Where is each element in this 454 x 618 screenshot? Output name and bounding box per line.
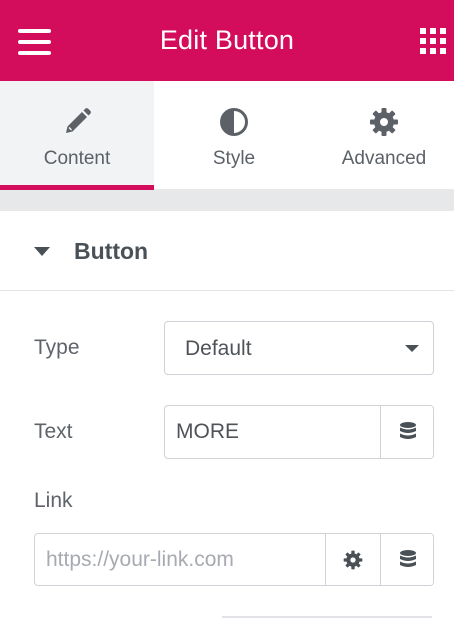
- link-input[interactable]: https://your-link.com: [35, 534, 325, 585]
- type-select-value: Default: [185, 337, 252, 360]
- type-label: Type: [34, 336, 80, 359]
- database-icon: [400, 422, 416, 439]
- text-input-group: MORE: [164, 405, 434, 459]
- tab-style[interactable]: Style: [154, 81, 314, 190]
- panel-title: Edit Button: [159, 25, 295, 55]
- pencil-icon: [62, 107, 92, 142]
- chevron-down-icon: [405, 345, 419, 352]
- section-title: Button: [74, 238, 149, 264]
- half-circle-icon: [219, 107, 249, 142]
- link-options-button[interactable]: [325, 534, 380, 585]
- tab-advanced[interactable]: Advanced: [314, 81, 454, 190]
- tab-advanced-label: Advanced: [341, 148, 427, 169]
- text-label: Text: [34, 420, 73, 443]
- link-label: Link: [34, 489, 73, 512]
- panel-header: Edit Button: [0, 0, 454, 81]
- editor-tabs: Content Style Advanced: [0, 81, 454, 190]
- database-icon: [400, 549, 416, 567]
- tab-style-label: Style: [212, 148, 256, 169]
- gear-icon: [369, 107, 399, 142]
- gear-icon: [343, 550, 363, 569]
- link-dynamic-button[interactable]: [380, 534, 433, 585]
- grid-icon[interactable]: [420, 28, 446, 54]
- text-input[interactable]: MORE: [165, 406, 380, 458]
- section-button-header[interactable]: Button: [0, 211, 454, 291]
- caret-down-icon: [34, 247, 50, 256]
- text-dynamic-button[interactable]: [380, 406, 433, 458]
- tab-content-label: Content: [43, 148, 111, 169]
- link-input-group: https://your-link.com: [34, 533, 434, 586]
- type-select[interactable]: Default: [164, 321, 434, 375]
- tabs-divider: [0, 190, 454, 211]
- tab-content[interactable]: Content: [0, 81, 154, 190]
